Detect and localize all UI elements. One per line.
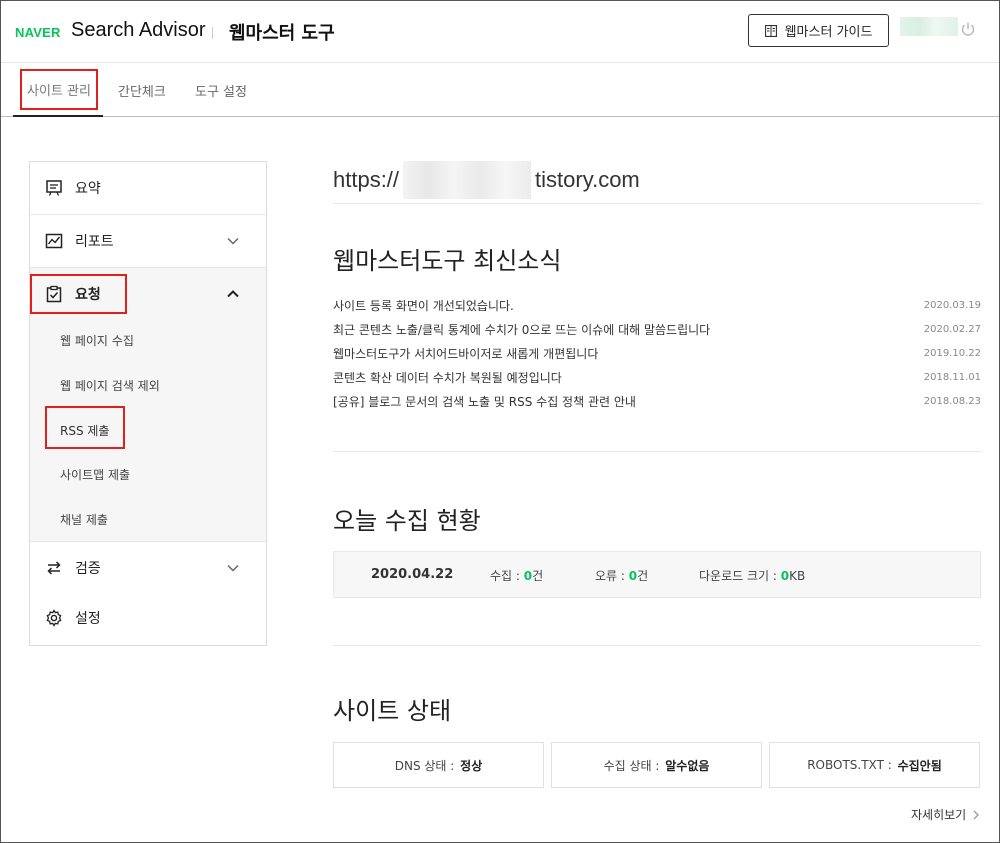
chevron-right-icon (973, 810, 980, 819)
today-section-title: 오늘 수집 현황 (333, 507, 481, 535)
news-item-title: 사이트 등록 화면이 개선되었습니다. (333, 298, 514, 313)
highlight-request (30, 274, 127, 314)
news-item-title: [공유] 블로그 문서의 검색 노출 및 RSS 수집 정책 관련 안내 (333, 394, 636, 409)
sidebar-menu: 요약 리포트 요청 웹 페이지 수집 웹 페이지 검색 제외 RSS 제출 사이… (29, 161, 267, 646)
dns-status-value: 정상 (460, 758, 483, 773)
webmaster-guide-button[interactable]: 웹마스터 가이드 (748, 14, 889, 47)
sidebar-item-report[interactable]: 리포트 (30, 215, 266, 267)
more-link-label: 자세히보기 (911, 808, 967, 822)
site-url-redacted (403, 161, 532, 199)
download-size: 다운로드 크기 : 0KB (699, 569, 806, 583)
sidebar-sub-web-page-exclude[interactable]: 웹 페이지 검색 제외 (60, 377, 160, 394)
sidebar-sub-sitemap-submit[interactable]: 사이트맵 제출 (60, 466, 130, 483)
today-date: 2020.04.22 (371, 567, 454, 582)
news-item-date: 2018.08.23 (923, 395, 981, 407)
news-item-date: 2020.02.27 (923, 323, 981, 335)
sidebar-item-verify[interactable]: 검증 (30, 542, 266, 594)
news-section-title: 웹마스터도구 최신소식 (333, 247, 562, 275)
collect-count: 수집 : 0건 (490, 569, 544, 583)
dns-status-card: DNS 상태 : 정상 (333, 742, 544, 788)
header-divider (212, 27, 213, 39)
sidebar-item-settings[interactable]: 설정 (30, 592, 266, 644)
sidebar-label-summary: 요약 (75, 181, 101, 197)
news-item[interactable]: 최근 콘텐츠 노출/클릭 통계에 수치가 0으로 뜨는 이슈에 대해 말씀드립니… (333, 320, 981, 338)
robots-status-value: 수집안됨 (897, 758, 942, 773)
site-url-prefix: https:// (333, 167, 400, 192)
section-divider (333, 203, 981, 204)
section-divider (333, 645, 981, 646)
book-icon (764, 24, 777, 37)
product-name[interactable]: Search Advisor (71, 19, 206, 42)
gear-icon (46, 609, 62, 627)
error-count: 오류 : 0건 (595, 569, 649, 583)
chevron-down-icon (227, 564, 239, 572)
user-name-redacted[interactable] (900, 17, 958, 36)
sidebar-item-summary[interactable]: 요약 (30, 162, 266, 214)
report-chart-icon (45, 233, 63, 249)
main-tabbar: 사이트 관리 간단체크 도구 설정 (1, 63, 999, 117)
sidebar-label-settings: 설정 (75, 611, 101, 627)
news-item-title: 최근 콘텐츠 노출/클릭 통계에 수치가 0으로 뜨는 이슈에 대해 말씀드립니… (333, 322, 711, 337)
sidebar-label-report: 리포트 (75, 234, 114, 250)
guide-button-label: 웹마스터 가이드 (784, 25, 873, 40)
highlight-rss (45, 406, 125, 449)
site-url: https:// tistory.com (333, 161, 640, 199)
news-item[interactable]: 콘텐츠 확산 데이터 수치가 복원될 예정입니다 2018.11.01 (333, 368, 981, 386)
tab-site-management-label: 사이트 관리 (20, 69, 98, 110)
naver-logo[interactable]: NAVER (15, 25, 61, 40)
status-section-title: 사이트 상태 (333, 697, 452, 725)
news-item[interactable]: 웹마스터도구가 서치어드바이저로 새롭게 개편됩니다 2019.10.22 (333, 344, 981, 362)
news-item-date: 2018.11.01 (923, 371, 981, 383)
chevron-down-icon (227, 237, 239, 245)
sidebar-label-verify: 검증 (75, 561, 101, 577)
chevron-up-icon (227, 290, 239, 298)
tool-title: 웹마스터 도구 (229, 23, 335, 44)
logout-power-icon[interactable] (960, 21, 976, 37)
news-item[interactable]: 사이트 등록 화면이 개선되었습니다. 2020.03.19 (333, 296, 981, 314)
sidebar-sub-web-page-collect[interactable]: 웹 페이지 수집 (60, 332, 134, 349)
news-item-date: 2020.03.19 (923, 299, 981, 311)
news-item-title: 콘텐츠 확산 데이터 수치가 복원될 예정입니다 (333, 370, 562, 385)
top-header: NAVER Search Advisor 웹마스터 도구 웹마스터 가이드 (1, 1, 999, 63)
verify-refresh-icon (47, 561, 61, 575)
collect-status-value: 알수없음 (665, 758, 710, 773)
site-url-suffix: tistory.com (535, 167, 640, 192)
section-divider (333, 451, 981, 452)
sidebar-sub-channel-submit[interactable]: 채널 제출 (60, 511, 108, 528)
news-item[interactable]: [공유] 블로그 문서의 검색 노출 및 RSS 수집 정책 관련 안내 2018… (333, 392, 981, 410)
tab-tool-settings[interactable]: 도구 설정 (195, 81, 247, 100)
today-stats-box: 2020.04.22 수집 : 0건 오류 : 0건 다운로드 크기 : 0KB (333, 551, 981, 598)
tab-quick-check[interactable]: 간단체크 (118, 81, 166, 100)
status-more-link[interactable]: 자세히보기 (911, 806, 980, 823)
news-item-date: 2019.10.22 (923, 347, 981, 359)
news-item-title: 웹마스터도구가 서치어드바이저로 새롭게 개편됩니다 (333, 346, 599, 361)
robots-status-card: ROBOTS.TXT : 수집안됨 (769, 742, 980, 788)
collect-status-card: 수집 상태 : 알수없음 (551, 742, 762, 788)
tab-site-management[interactable]: 사이트 관리 (13, 63, 103, 117)
summary-icon (46, 180, 62, 196)
